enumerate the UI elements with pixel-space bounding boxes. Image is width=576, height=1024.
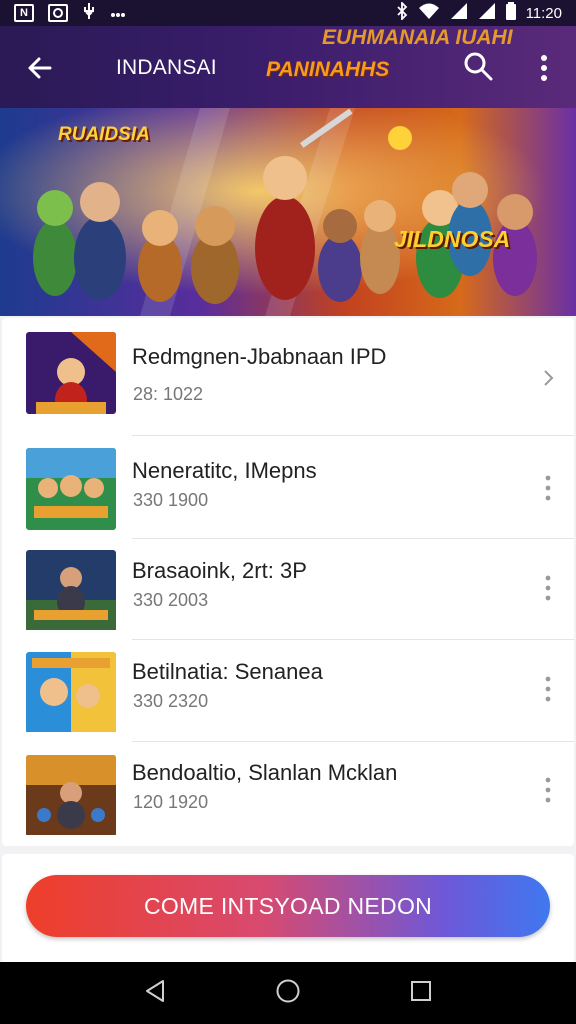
- more-options-button[interactable]: [534, 568, 562, 608]
- clock: 11:20: [525, 4, 562, 22]
- status-bar: N 11:20: [0, 0, 576, 26]
- triangle-back-icon: [146, 979, 165, 1002]
- circle-home-icon: [276, 979, 300, 1002]
- chevron-right-button[interactable]: [534, 358, 562, 398]
- divider: [132, 538, 574, 539]
- list-item-title: Neneratitc, IMepns: [132, 458, 317, 483]
- list-item-meta: 28: 1022: [133, 384, 204, 404]
- signal-icon-2: [478, 2, 496, 24]
- list-item-meta: 330 1900: [133, 490, 209, 510]
- list-item-meta: 330 2003: [133, 590, 209, 610]
- more-notifications-icon: [110, 5, 126, 22]
- more-options-button[interactable]: [534, 669, 562, 709]
- list-item-meta: 330 2320: [133, 691, 209, 711]
- search-icon: [464, 52, 493, 81]
- notification-n-icon: N: [14, 4, 34, 22]
- signal-icon: [450, 2, 468, 24]
- arrow-back-icon: [28, 57, 52, 79]
- list-item[interactable]: Betilnatia: Senanea 330 2320: [2, 641, 574, 744]
- search-button[interactable]: [458, 46, 498, 86]
- more-vert-icon: [545, 575, 551, 601]
- system-nav-bar: [0, 962, 576, 1024]
- more-options-button[interactable]: [534, 770, 562, 810]
- status-right-icons: 11:20: [396, 0, 562, 24]
- primary-cta-button[interactable]: COME INTSYOAD NEDON: [26, 875, 550, 937]
- list-item-thumbnail: [26, 448, 116, 530]
- usb-icon: [82, 2, 96, 24]
- list-item-title: Redmgnen-Jbabnaan IPD: [132, 344, 387, 369]
- hero-banner[interactable]: RUAIDSIA JILDNOSA: [0, 108, 576, 316]
- divider: [132, 435, 574, 436]
- divider: [132, 639, 574, 640]
- more-vert-icon: [541, 55, 547, 81]
- list-item-title: Bendoaltio, Slanlan Mcklan: [132, 760, 398, 785]
- list-item[interactable]: Neneratitc, IMepns 330 1900: [2, 438, 574, 541]
- more-vert-icon: [545, 777, 551, 803]
- more-vert-icon: [545, 676, 551, 702]
- list-item-thumbnail: [26, 652, 116, 734]
- list-item-thumbnail: [26, 550, 116, 632]
- back-button[interactable]: [20, 48, 60, 88]
- wifi-icon: [418, 2, 440, 24]
- list-item-meta: 120 1920: [133, 792, 209, 812]
- divider: [132, 741, 574, 742]
- bluetooth-icon: [396, 0, 408, 24]
- nav-home-button[interactable]: [275, 978, 301, 1009]
- more-options-button[interactable]: [534, 468, 562, 508]
- list-item[interactable]: Brasaoink, 2rt: 3P 330 2003: [2, 540, 574, 643]
- list-item-thumbnail: [26, 755, 116, 837]
- more-vert-icon: [545, 475, 551, 501]
- battery-icon: [505, 2, 516, 24]
- brand-logo: PANINAHHS: [266, 58, 390, 81]
- overflow-menu-button[interactable]: [526, 48, 562, 88]
- app-icon: [48, 4, 68, 22]
- chevron-right-icon: [544, 370, 554, 386]
- status-left-icons: N: [14, 2, 126, 24]
- banner-title-right: JILDNOSA: [394, 226, 511, 252]
- nav-recents-button[interactable]: [410, 980, 432, 1007]
- app-title: INDANSAI: [116, 56, 217, 79]
- list-item-thumbnail: [26, 332, 116, 414]
- list-item-title: Betilnatia: Senanea: [132, 659, 323, 684]
- nav-back-button[interactable]: [144, 979, 166, 1008]
- list-item[interactable]: Bendoaltio, Slanlan Mcklan 120 1920: [2, 743, 574, 846]
- banner-title-left: RUAIDSIA: [58, 124, 150, 145]
- app-bar: EUHMANAIA IUAHI INDANSAI PANINAHHS: [0, 26, 576, 108]
- list-item-title: Brasaoink, 2rt: 3P: [132, 558, 307, 583]
- square-recents-icon: [410, 980, 431, 1001]
- game-list: Redmgnen-Jbabnaan IPD 28: 1022 Neneratit…: [2, 318, 574, 846]
- list-item[interactable]: Redmgnen-Jbabnaan IPD 28: 1022: [2, 318, 574, 421]
